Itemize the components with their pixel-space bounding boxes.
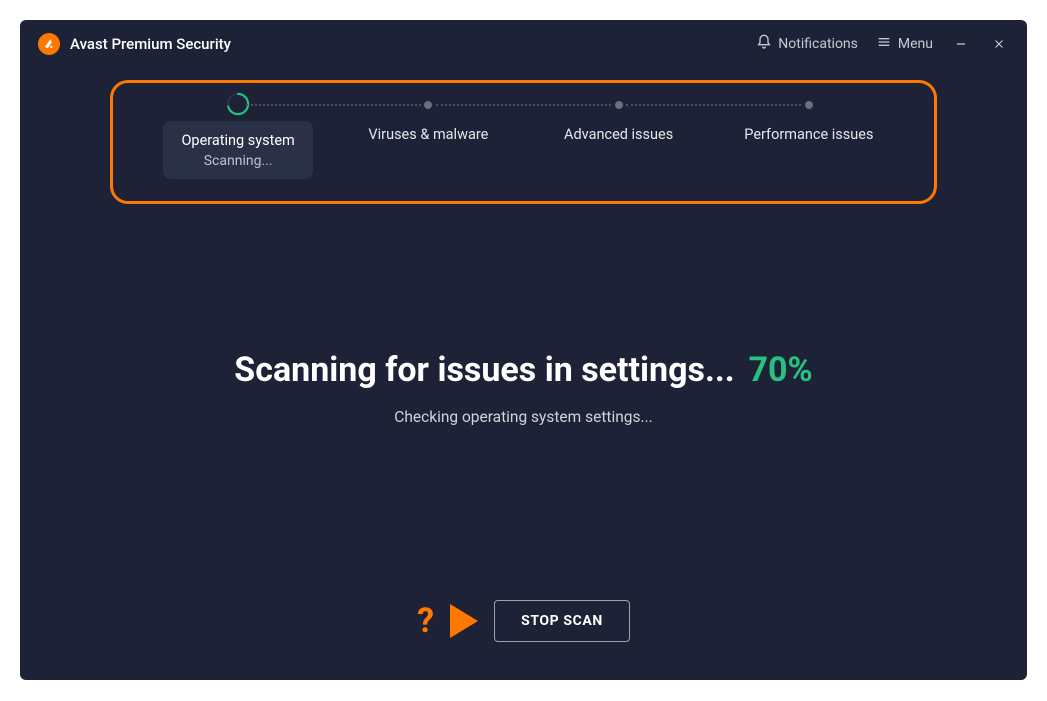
notifications-button[interactable]: Notifications bbox=[756, 34, 858, 54]
step-label: Advanced issues bbox=[564, 125, 673, 145]
step-label: Viruses & malware bbox=[368, 125, 488, 145]
close-button[interactable] bbox=[989, 34, 1009, 54]
step-viruses-malware: Viruses & malware bbox=[333, 101, 523, 145]
step-performance-issues: Performance issues bbox=[714, 101, 904, 145]
step-operating-system: Operating system Scanning... bbox=[143, 101, 333, 179]
menu-label: Menu bbox=[898, 36, 933, 52]
app-title: Avast Premium Security bbox=[70, 35, 756, 53]
step-advanced-issues: Advanced issues bbox=[524, 101, 714, 145]
menu-button[interactable]: Menu bbox=[876, 34, 933, 54]
app-window: Avast Premium Security Notifications bbox=[20, 20, 1027, 680]
step-sublabel: Scanning... bbox=[181, 153, 294, 169]
scan-headline-row: Scanning for issues in settings... 70% bbox=[20, 350, 1027, 390]
scan-subtext: Checking operating system settings... bbox=[20, 408, 1027, 426]
avast-logo-icon bbox=[38, 33, 60, 55]
step-label: Performance issues bbox=[744, 125, 873, 145]
step-dot-icon bbox=[424, 101, 432, 109]
scan-stepper-highlight: Operating system Scanning... Viruses & m… bbox=[110, 80, 937, 204]
step-active-pill: Operating system Scanning... bbox=[163, 121, 312, 179]
step-dot-icon bbox=[805, 101, 813, 109]
scan-percent: 70% bbox=[749, 350, 813, 390]
bell-icon bbox=[756, 34, 772, 54]
stop-scan-button[interactable]: STOP SCAN bbox=[494, 600, 630, 642]
bottom-actions: ? STOP SCAN bbox=[20, 600, 1027, 642]
pointer-triangle-icon bbox=[450, 604, 478, 638]
hamburger-icon bbox=[876, 34, 892, 54]
scan-headline: Scanning for issues in settings... bbox=[234, 350, 734, 390]
help-marker-icon: ? bbox=[417, 601, 434, 641]
scan-stepper: Operating system Scanning... Viruses & m… bbox=[143, 101, 904, 179]
titlebar: Avast Premium Security Notifications bbox=[20, 20, 1027, 68]
step-label: Operating system bbox=[181, 131, 294, 151]
notifications-label: Notifications bbox=[778, 36, 858, 52]
titlebar-actions: Notifications Menu bbox=[756, 34, 1009, 54]
scan-status: Scanning for issues in settings... 70% C… bbox=[20, 350, 1027, 426]
minimize-button[interactable] bbox=[951, 34, 971, 54]
step-dot-icon bbox=[615, 101, 623, 109]
